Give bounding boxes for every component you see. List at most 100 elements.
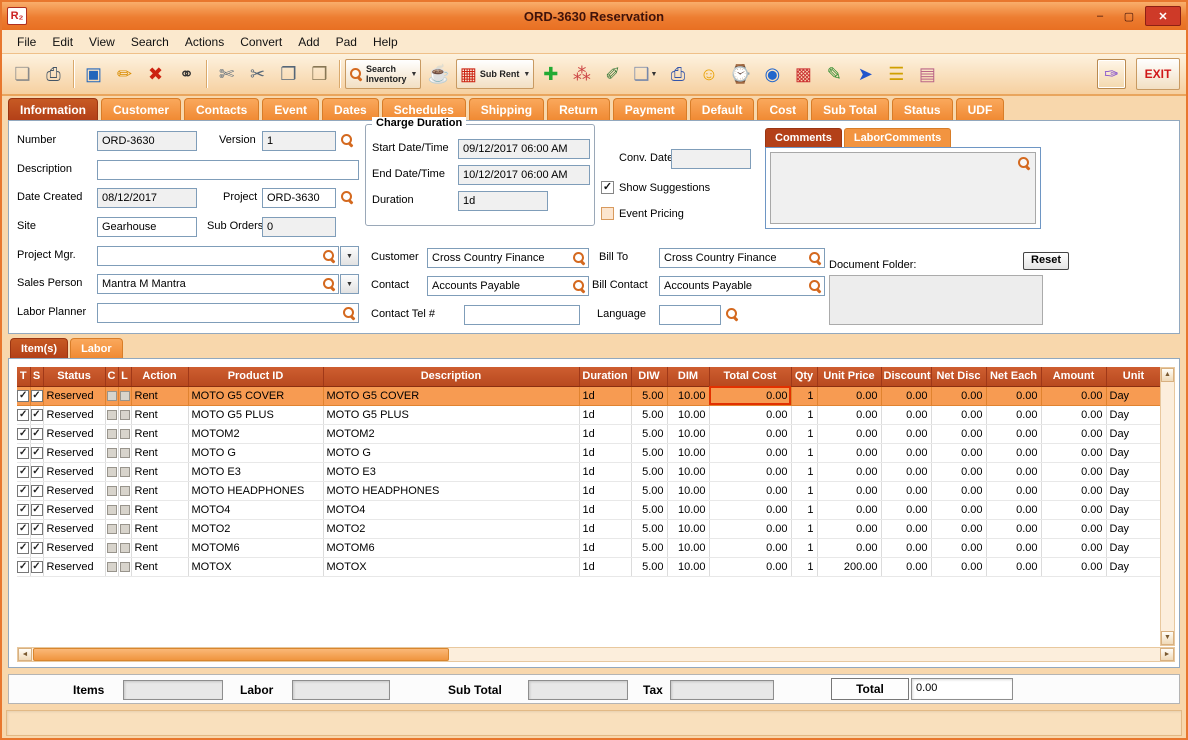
tab-shipping[interactable]: Shipping bbox=[469, 98, 544, 120]
cell-discount[interactable]: 0.00 bbox=[881, 538, 931, 557]
cell-net_each[interactable]: 0.00 bbox=[986, 462, 1041, 481]
cell-amount[interactable]: 0.00 bbox=[1041, 557, 1106, 576]
cell-s[interactable]: ✓ bbox=[30, 538, 43, 557]
cell-action[interactable]: Rent bbox=[131, 519, 188, 538]
cell-total_cost[interactable]: 0.00 bbox=[709, 538, 791, 557]
contact-field[interactable]: Accounts Payable bbox=[427, 276, 589, 296]
cell-product_id[interactable]: MOTO G5 PLUS bbox=[188, 405, 323, 424]
duration-field[interactable]: 1d bbox=[458, 191, 548, 211]
sub-rent-button[interactable]: ▦Sub Rent▼ bbox=[456, 59, 534, 89]
cell-dim[interactable]: 10.00 bbox=[667, 519, 709, 538]
cell-description[interactable]: MOTO G5 PLUS bbox=[323, 405, 579, 424]
cell-product_id[interactable]: MOTO G bbox=[188, 443, 323, 462]
print-icon[interactable]: ⎙ bbox=[39, 59, 68, 89]
labor-planner-field[interactable] bbox=[97, 303, 359, 323]
tab-status[interactable]: Status bbox=[892, 98, 953, 120]
tab-udf[interactable]: UDF bbox=[956, 98, 1005, 120]
row-checkbox[interactable]: ✓ bbox=[31, 409, 43, 421]
close-button[interactable]: ✕ bbox=[1145, 6, 1181, 26]
reset-button[interactable]: Reset bbox=[1023, 252, 1069, 270]
copy-icon[interactable]: ❐ bbox=[274, 59, 303, 89]
cell-unit[interactable]: Day bbox=[1106, 443, 1161, 462]
bill-to-field[interactable]: Cross Country Finance bbox=[659, 248, 825, 268]
cell-status[interactable]: Reserved bbox=[43, 500, 105, 519]
column-header-c[interactable]: C bbox=[105, 367, 118, 386]
project-mgr-field[interactable] bbox=[97, 246, 339, 266]
cell-net_each[interactable]: 0.00 bbox=[986, 519, 1041, 538]
cell-net_each[interactable]: 0.00 bbox=[986, 443, 1041, 462]
cell-discount[interactable]: 0.00 bbox=[881, 443, 931, 462]
row-checkbox[interactable]: ✓ bbox=[31, 390, 43, 402]
cell-c[interactable] bbox=[105, 500, 118, 519]
cell-s[interactable]: ✓ bbox=[30, 405, 43, 424]
sales-person-dropdown[interactable]: ▼ bbox=[340, 274, 359, 294]
cell-status[interactable]: Reserved bbox=[43, 386, 105, 405]
search-icon[interactable] bbox=[572, 251, 586, 265]
tab-payment[interactable]: Payment bbox=[613, 98, 687, 120]
cell-qty[interactable]: 1 bbox=[791, 443, 817, 462]
cell-t[interactable]: ✓ bbox=[17, 481, 30, 500]
row-checkbox[interactable]: ✓ bbox=[31, 485, 43, 497]
cell-action[interactable]: Rent bbox=[131, 557, 188, 576]
cell-dim[interactable]: 10.00 bbox=[667, 538, 709, 557]
table-row[interactable]: ✓✓ReservedRentMOTO4MOTO41d5.0010.000.001… bbox=[17, 500, 1161, 519]
cell-net_each[interactable]: 0.00 bbox=[986, 481, 1041, 500]
tab-labor[interactable]: Labor bbox=[70, 338, 123, 358]
cell-duration[interactable]: 1d bbox=[579, 462, 631, 481]
menu-search[interactable]: Search bbox=[124, 32, 176, 52]
cell-action[interactable]: Rent bbox=[131, 462, 188, 481]
cell-net_each[interactable]: 0.00 bbox=[986, 424, 1041, 443]
cell-discount[interactable]: 0.00 bbox=[881, 424, 931, 443]
cell-c[interactable] bbox=[105, 481, 118, 500]
cell-discount[interactable]: 0.00 bbox=[881, 386, 931, 405]
cell-description[interactable]: MOTOM2 bbox=[323, 424, 579, 443]
cell-product_id[interactable]: MOTOM2 bbox=[188, 424, 323, 443]
cell-unit_price[interactable]: 0.00 bbox=[817, 462, 881, 481]
cell-net_each[interactable]: 0.00 bbox=[986, 405, 1041, 424]
project-field[interactable]: ORD-3630 bbox=[262, 188, 336, 208]
row-checkbox[interactable]: ✓ bbox=[17, 485, 29, 497]
cell-product_id[interactable]: MOTO4 bbox=[188, 500, 323, 519]
column-header-status[interactable]: Status bbox=[43, 367, 105, 386]
column-header-duration[interactable]: Duration bbox=[579, 367, 631, 386]
cell-discount[interactable]: 0.00 bbox=[881, 405, 931, 424]
cell-dim[interactable]: 10.00 bbox=[667, 405, 709, 424]
cell-l[interactable] bbox=[118, 405, 131, 424]
tab-item-s[interactable]: Item(s) bbox=[10, 338, 68, 358]
cell-description[interactable]: MOTOX bbox=[323, 557, 579, 576]
row-checkbox[interactable]: ✓ bbox=[17, 504, 29, 516]
cell-duration[interactable]: 1d bbox=[579, 557, 631, 576]
minimize-button[interactable]: – bbox=[1087, 7, 1113, 25]
cell-status[interactable]: Reserved bbox=[43, 443, 105, 462]
packages-icon[interactable]: ▤ bbox=[913, 59, 942, 89]
edit-pencil-icon[interactable]: ✏ bbox=[110, 59, 139, 89]
date-created-field[interactable]: 08/12/2017 bbox=[97, 188, 197, 208]
row-checkbox[interactable]: ✓ bbox=[31, 447, 43, 459]
cell-t[interactable]: ✓ bbox=[17, 538, 30, 557]
cell-t[interactable]: ✓ bbox=[17, 424, 30, 443]
cell-dim[interactable]: 10.00 bbox=[667, 462, 709, 481]
cell-qty[interactable]: 1 bbox=[791, 462, 817, 481]
cell-amount[interactable]: 0.00 bbox=[1041, 538, 1106, 557]
cell-duration[interactable]: 1d bbox=[579, 519, 631, 538]
table-row[interactable]: ✓✓ReservedRentMOTOM6MOTOM61d5.0010.000.0… bbox=[17, 538, 1161, 557]
cell-qty[interactable]: 1 bbox=[791, 424, 817, 443]
cell-description[interactable]: MOTOM6 bbox=[323, 538, 579, 557]
cell-action[interactable]: Rent bbox=[131, 538, 188, 557]
cell-product_id[interactable]: MOTO HEADPHONES bbox=[188, 481, 323, 500]
sales-person-field[interactable]: Mantra M Mantra bbox=[97, 274, 339, 294]
cell-net_each[interactable]: 0.00 bbox=[986, 386, 1041, 405]
cell-description[interactable]: MOTO2 bbox=[323, 519, 579, 538]
cell-amount[interactable]: 0.00 bbox=[1041, 462, 1106, 481]
scroll-up-arrow[interactable]: ▲ bbox=[1161, 368, 1174, 382]
cell-diw[interactable]: 5.00 bbox=[631, 424, 667, 443]
search-inventory-button-dropdown-arrow[interactable]: ▼ bbox=[411, 71, 418, 78]
tab-information[interactable]: Information bbox=[8, 98, 98, 120]
cell-unit[interactable]: Day bbox=[1106, 500, 1161, 519]
number-field[interactable]: ORD-3630 bbox=[97, 131, 197, 151]
cell-action[interactable]: Rent bbox=[131, 405, 188, 424]
cell-action[interactable]: Rent bbox=[131, 424, 188, 443]
row-checkbox[interactable]: ✓ bbox=[17, 447, 29, 459]
cell-diw[interactable]: 5.00 bbox=[631, 557, 667, 576]
cell-duration[interactable]: 1d bbox=[579, 500, 631, 519]
